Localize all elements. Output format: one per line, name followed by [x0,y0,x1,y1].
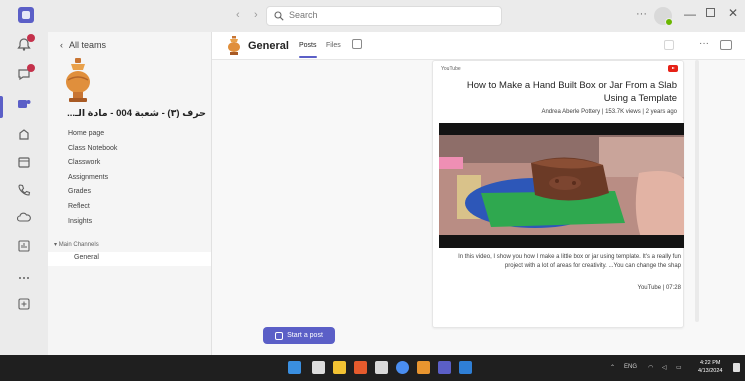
all-teams-link[interactable]: ‹ All teams [60,40,106,50]
forward-arrow-icon[interactable]: › [254,9,258,21]
app-rail [0,32,48,355]
task-view-icon[interactable] [312,361,325,374]
back-arrow-icon[interactable]: ‹ [236,9,240,21]
nav-home-page[interactable]: Home page [68,127,117,142]
insights-icon [18,240,30,252]
notification-icon[interactable] [733,363,740,372]
store-icon[interactable] [375,361,388,374]
more-apps-icon [19,277,29,279]
rail-item-calls[interactable] [0,180,48,210]
more-options-icon[interactable]: ··· [636,8,647,20]
all-teams-label: All teams [69,40,107,50]
language-indicator[interactable]: ENG [624,364,637,370]
nav-classwork[interactable]: Classwork [68,156,117,171]
nav-reflect[interactable]: Reflect [68,200,117,215]
channel-avatar [228,36,240,55]
minimize-button[interactable]: — [684,7,696,21]
nav-grades[interactable]: Grades [68,185,117,200]
close-button[interactable]: ✕ [728,6,738,20]
onedrive-icon [17,212,31,222]
video-footer: YouTube | 07:28 [637,285,682,291]
team-name: حرف (٣) - شعبة 004 - مادة الـ... [67,108,206,119]
youtube-card[interactable]: YouTube How to Make a Hand Built Box or … [432,60,684,328]
video-thumbnail[interactable] [439,123,684,248]
taskbar: ⌃ ENG ◠ ◁ ▭ 4:22 PM 4/13/2024 [0,355,745,381]
video-description: In this video, I show you how I make a l… [458,254,681,269]
nav-class-notebook[interactable]: Class Notebook [68,142,117,157]
calendar-icon [18,157,30,168]
channel-header: General Posts Files ··· [212,32,745,60]
apps-icon [18,298,30,310]
clock[interactable]: 4:22 PM 4/13/2024 [698,359,722,375]
nav-insights[interactable]: Insights [68,215,117,230]
team-sidebar: ‹ All teams حرف (٣) - شعبة 004 - مادة الـ… [48,32,212,355]
channel-main: General Posts Files ··· YouTube How to M… [212,32,745,355]
card-source: YouTube [441,66,461,72]
rail-item-activity[interactable] [0,34,48,64]
start-post-button[interactable]: Start a post [263,327,335,344]
tab-files[interactable]: Files [326,42,341,49]
notification-badge [27,64,35,72]
scrollbar[interactable] [695,60,699,322]
tab-posts[interactable]: Posts [299,42,317,58]
outlook-icon[interactable] [459,361,472,374]
teams-icon [18,100,31,108]
teams-logo-icon [18,7,34,23]
channel-title: General [248,40,289,52]
compose-icon [275,331,284,340]
title-bar: ‹ › Search ··· — ✕ [0,0,745,32]
channel-more-icon[interactable]: ··· [699,38,709,49]
start-icon[interactable] [288,361,301,374]
rail-item-teams[interactable] [0,94,48,124]
browser-icon[interactable] [354,361,367,374]
volume-icon[interactable]: ◁ [662,364,667,371]
channel-info-icon[interactable] [720,40,732,50]
notification-badge [27,34,35,42]
channel-label: General [74,254,99,261]
search-icon [274,11,284,21]
chevron-left-icon: ‹ [60,40,63,50]
channels-header[interactable]: ▾ Main Channels [54,241,99,248]
tray-chevron-icon[interactable]: ⌃ [610,364,615,371]
team-more-icon[interactable]: ··· [195,109,204,119]
team-avatar [66,58,90,102]
calls-icon [18,184,31,196]
youtube-logo-icon [668,65,678,72]
rail-item-assignments[interactable] [0,124,48,154]
video-title[interactable]: How to Make a Hand Built Box or Jar From… [441,79,677,105]
assignments-icon [19,129,29,140]
app-icon[interactable] [417,361,430,374]
add-tab-icon[interactable] [352,39,362,49]
wifi-icon[interactable]: ◠ [648,364,653,371]
maximize-button[interactable] [706,8,715,17]
search-placeholder: Search [289,10,318,20]
rail-item-apps[interactable] [0,294,48,324]
teams-taskbar-icon[interactable] [438,361,451,374]
start-post-label: Start a post [287,332,323,339]
clock-time: 4:22 PM [699,360,721,366]
user-avatar[interactable] [654,7,673,26]
rail-item-chat[interactable] [0,64,48,94]
channels-header-label: Main Channels [58,242,99,248]
search-input[interactable]: Search [266,6,502,26]
rail-item-calendar[interactable] [0,152,48,182]
chrome-icon[interactable] [396,361,409,374]
nav-assignments[interactable]: Assignments [68,171,117,186]
team-nav: Home page Class Notebook Classwork Assig… [68,127,117,229]
rail-item-onedrive[interactable] [0,208,48,238]
meet-icon[interactable] [664,40,674,50]
channel-item-general[interactable]: General [48,252,211,266]
rail-item-insights[interactable] [0,236,48,266]
battery-icon[interactable]: ▭ [676,364,682,371]
clock-date: 4/13/2024 [698,368,723,374]
file-explorer-icon[interactable] [333,361,346,374]
video-meta: Andrea Aberle Pottery | 153.7K views | 2… [541,109,677,115]
